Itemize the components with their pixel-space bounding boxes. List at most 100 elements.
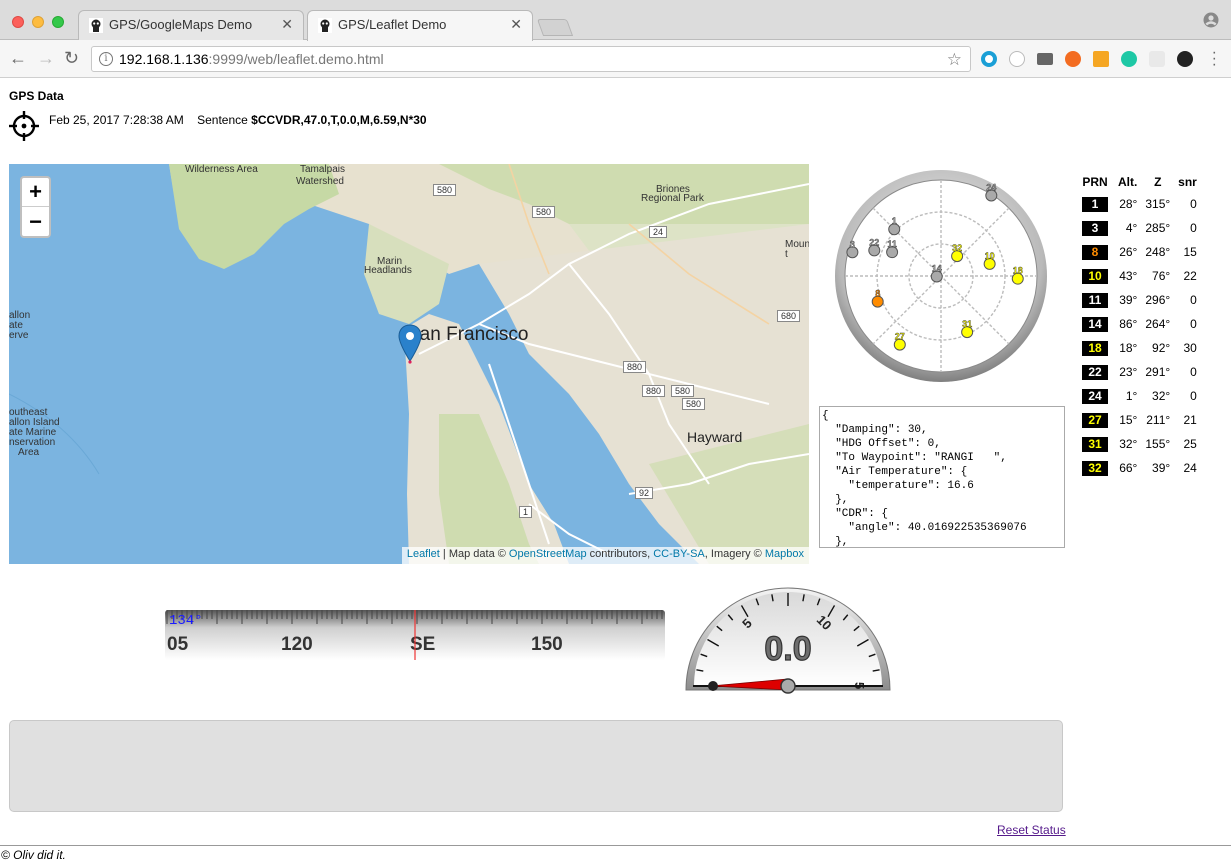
cc-by-sa-link[interactable]: CC-BY-SA: [653, 548, 705, 560]
satellite-dot-label: 11: [887, 239, 897, 249]
satellite-azimuth: 285°: [1145, 221, 1171, 235]
satellite-prn-cell: 22: [1076, 360, 1114, 384]
satellite-dot-label: 8: [875, 289, 880, 299]
extension-mail-icon[interactable]: [1037, 53, 1053, 65]
address-bar[interactable]: i 192.168.1.136:9999/web/leaflet.demo.ht…: [91, 46, 971, 72]
tab-close-icon[interactable]: ✕: [510, 16, 522, 33]
menu-dots-icon[interactable]: · · ·: [1212, 45, 1217, 73]
satellite-snr: 0: [1190, 365, 1197, 379]
satellite-prn-cell: 18: [1076, 336, 1114, 360]
attribution-text: contributors,: [586, 548, 654, 560]
extension-shield-icon[interactable]: [1149, 51, 1165, 67]
table-row: 14 86° 264° 0: [1076, 312, 1201, 336]
heading-compass: 134° 05 120 SE 150: [165, 610, 665, 660]
table-row: 3 4° 285° 0: [1076, 216, 1201, 240]
satellite-table: PRN Alt. Z snr 1 28° 315° 0 3 4° 285° 0 8 26° 248°…: [1076, 172, 1201, 480]
map-label: Regional Park: [641, 193, 704, 204]
satellite-snr: 0: [1190, 221, 1197, 235]
satellite-prn: 8: [1082, 244, 1108, 260]
new-tab-button[interactable]: [536, 19, 574, 36]
satellite-dot-label: 22: [869, 237, 879, 247]
satellite-altitude: 18°: [1119, 341, 1138, 355]
highway-shield: 92: [635, 487, 654, 499]
satellite-altitude: 1°: [1125, 389, 1138, 403]
satellite-marker: 27: [893, 331, 906, 351]
forward-arrow-icon[interactable]: →: [37, 49, 55, 67]
info-icon[interactable]: i: [99, 52, 113, 66]
location-marker-icon[interactable]: [398, 324, 422, 364]
skull-favicon-icon: [89, 18, 103, 33]
map-tiles: [9, 164, 809, 564]
compass-tick-label: 120: [281, 634, 313, 655]
zoom-out-button[interactable]: −: [22, 208, 49, 237]
json-data-panel[interactable]: { "Damping": 30, "HDG Offset": 0, "To Wa…: [819, 406, 1065, 548]
table-row: 27 15° 211° 21: [1076, 408, 1201, 432]
tab-leaflet-demo[interactable]: GPS/Leaflet Demo ✕: [307, 10, 533, 41]
satellite-altitude: 86°: [1119, 317, 1138, 331]
satellite-dot-label: 3: [850, 239, 855, 249]
satellite-altitude: 4°: [1125, 221, 1138, 235]
city-label-hayward: Hayward: [687, 429, 743, 445]
gps-fix-line: Feb 25, 2017 7:28:38 AM Sentence $CCVDR,…: [49, 113, 427, 127]
close-window-button[interactable]: [12, 16, 24, 28]
minimize-window-button[interactable]: [32, 16, 44, 28]
zoom-window-button[interactable]: [52, 16, 64, 28]
table-row: 1 28° 315° 0: [1076, 192, 1201, 216]
satellite-dot-label: 32: [952, 243, 962, 253]
fix-timestamp: Feb 25, 2017 7:28:38 AM: [49, 113, 184, 127]
satellite-azimuth: 155°: [1145, 437, 1171, 451]
osm-link[interactable]: OpenStreetMap: [509, 548, 587, 560]
heading-readout: 134°: [169, 613, 203, 629]
zoom-in-button[interactable]: +: [22, 178, 49, 207]
attribution-text: | Map data ©: [439, 548, 509, 560]
satellite-azimuth: 211°: [1146, 413, 1171, 427]
speed-gauge: 5 10 5 0.0: [685, 587, 891, 694]
reset-status-link[interactable]: Reset Status: [997, 823, 1066, 837]
highway-shield: 880: [642, 385, 666, 397]
highway-shield: 24: [649, 226, 668, 238]
satellite-prn: 32: [1082, 460, 1108, 476]
leaflet-map[interactable]: 580 580 24 680 880 880 580 580 92 1 Wild…: [9, 164, 809, 564]
satellite-altitude: 66°: [1119, 461, 1138, 475]
table-row: 11 39° 296° 0: [1076, 288, 1201, 312]
satellite-snr: 21: [1183, 413, 1197, 427]
satellite-altitude: 15°: [1119, 413, 1138, 427]
extension-circle-icon[interactable]: [981, 51, 997, 67]
satellite-altitude: 43°: [1119, 269, 1138, 283]
satellite-altitude: 32°: [1119, 437, 1138, 451]
satellite-azimuth: 315°: [1145, 197, 1171, 211]
back-arrow-icon[interactable]: ←: [9, 49, 27, 67]
satellite-altitude: 28°: [1119, 197, 1138, 211]
city-label-san-francisco: San Francisco: [407, 324, 529, 345]
extension-dark-icon[interactable]: [1177, 51, 1193, 67]
leaflet-link[interactable]: Leaflet: [407, 548, 440, 560]
mapbox-link[interactable]: Mapbox: [765, 548, 804, 560]
tab-googlemaps-demo[interactable]: GPS/GoogleMaps Demo ✕: [78, 10, 304, 41]
satellite-prn-cell: 1: [1076, 192, 1114, 216]
satellite-table-body: 1 28° 315° 0 3 4° 285° 0 8 26° 248° 15 10 43° 76° 22 11 3…: [1076, 192, 1201, 480]
extension-orange-icon[interactable]: [1065, 51, 1081, 67]
satellite-prn-cell: 31: [1076, 432, 1114, 456]
zoom-control: + −: [20, 176, 51, 238]
satellite-marker: 22: [868, 237, 881, 257]
satellite-prn-cell: 32: [1076, 456, 1114, 480]
satellite-marker: 11: [886, 239, 899, 259]
table-row: 18 18° 92° 30: [1076, 336, 1201, 360]
satellite-altitude: 23°: [1119, 365, 1138, 379]
satellite-azimuth: 296°: [1145, 293, 1171, 307]
column-header-prn: PRN: [1082, 175, 1108, 189]
extension-m-icon[interactable]: [1121, 51, 1137, 67]
satellite-azimuth: 92°: [1152, 341, 1171, 355]
column-header-snr: snr: [1178, 175, 1197, 189]
compass-tick-label: 150: [531, 634, 563, 655]
page-title: GPS Data: [9, 89, 64, 103]
map-label: Watershed: [296, 176, 344, 187]
profile-icon[interactable]: [1203, 12, 1219, 28]
bookmark-star-icon[interactable]: ☆: [947, 50, 962, 70]
table-row: 24 1° 32° 0: [1076, 384, 1201, 408]
extension-ring-icon[interactable]: [1009, 51, 1025, 67]
tab-close-icon[interactable]: ✕: [281, 16, 293, 33]
reload-icon[interactable]: ↻: [64, 49, 79, 67]
nmea-sentence: $CCVDR,47.0,T,0.0,M,6.59,N*30: [251, 113, 427, 127]
extension-notes-icon[interactable]: [1093, 51, 1109, 67]
